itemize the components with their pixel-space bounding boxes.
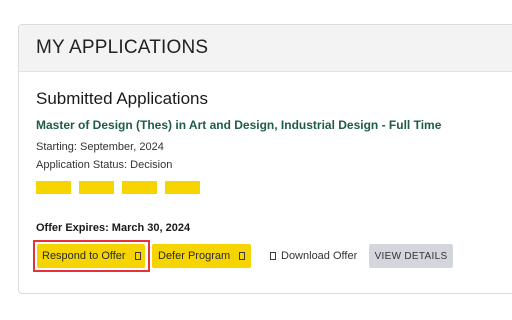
section-title: Submitted Applications <box>36 89 208 108</box>
defer-program-button[interactable]: Defer Program <box>152 244 251 268</box>
respond-label: Respond to Offer <box>42 250 126 262</box>
view-details-label: VIEW DETAILS <box>374 250 448 262</box>
document-icon <box>270 252 276 260</box>
card-title: MY APPLICATIONS <box>36 37 209 58</box>
applications-card: MY APPLICATIONS Submitted Applications M… <box>18 24 512 294</box>
external-link-icon <box>134 252 141 260</box>
view-details-button[interactable]: VIEW DETAILS <box>369 244 453 268</box>
card-header: MY APPLICATIONS <box>19 25 512 72</box>
download-offer-link[interactable]: Download Offer <box>270 244 357 268</box>
external-link-icon <box>239 252 246 260</box>
stage-bar <box>122 181 157 194</box>
stage-bar <box>36 181 71 194</box>
program-name: Master of Design (Thes) in Art and Desig… <box>36 118 442 132</box>
stage-bar <box>165 181 200 194</box>
progress-stages <box>36 181 200 194</box>
start-date: Starting: September, 2024 <box>36 141 164 153</box>
download-label: Download Offer <box>281 250 358 262</box>
offer-expiry: Offer Expires: March 30, 2024 <box>36 222 191 234</box>
stage-bar <box>79 181 114 194</box>
application-status: Application Status: Decision <box>36 159 173 171</box>
respond-to-offer-button[interactable]: Respond to Offer <box>37 244 145 268</box>
defer-label: Defer Program <box>158 250 231 262</box>
